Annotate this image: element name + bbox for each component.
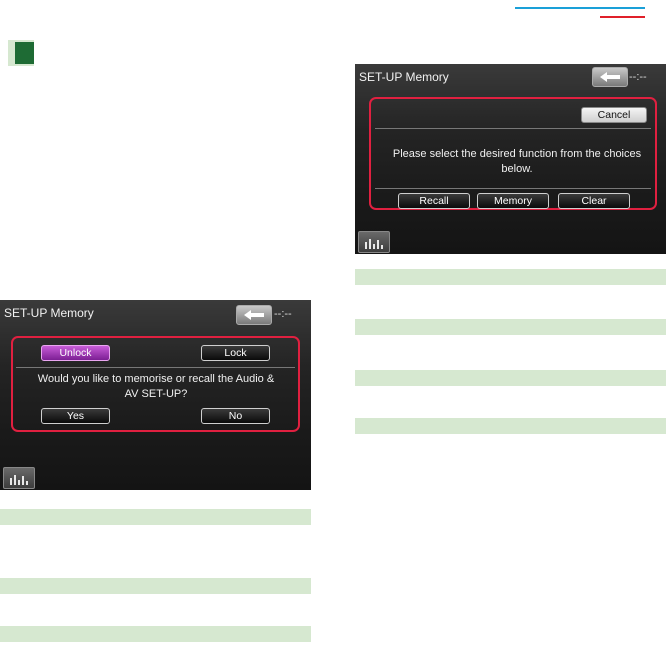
- left-setup-memory-screen: SET-UP Memory --:-- Unlock Lock Would yo…: [0, 300, 311, 490]
- right-setup-memory-screen: SET-UP Memory --:-- Cancel Please select…: [355, 64, 666, 254]
- equalizer-icon[interactable]: [358, 231, 390, 253]
- screen-title: SET-UP Memory: [4, 306, 94, 320]
- header-rule-red: [600, 16, 645, 18]
- dialog-message: Please select the desired function from …: [392, 148, 642, 175]
- clear-button[interactable]: Clear: [558, 193, 630, 209]
- dialog-divider: [16, 367, 295, 368]
- text-band: [0, 578, 311, 594]
- unlock-button[interactable]: Unlock: [41, 345, 110, 361]
- memory-button[interactable]: Memory: [477, 193, 549, 209]
- no-button[interactable]: No: [201, 408, 270, 424]
- text-band: [355, 319, 666, 335]
- cancel-button[interactable]: Cancel: [581, 107, 647, 123]
- back-arrow-icon: [244, 310, 264, 320]
- equalizer-icon[interactable]: [3, 467, 35, 489]
- dialog-divider: [375, 128, 651, 129]
- header-rule-blue: [515, 7, 645, 9]
- text-band: [355, 418, 666, 434]
- lock-button[interactable]: Lock: [201, 345, 270, 361]
- yes-button[interactable]: Yes: [41, 408, 110, 424]
- back-button[interactable]: [592, 67, 628, 87]
- dialog-divider: [375, 188, 651, 189]
- back-button[interactable]: [236, 305, 272, 325]
- clock-display: --:--: [274, 308, 292, 320]
- dialog-message: Would you like to memorise or recall the…: [37, 373, 275, 400]
- text-band: [355, 370, 666, 386]
- screen-title: SET-UP Memory: [359, 70, 449, 84]
- text-band: [0, 509, 311, 525]
- text-band: [0, 626, 311, 642]
- text-band: [355, 269, 666, 285]
- recall-button[interactable]: Recall: [398, 193, 470, 209]
- section-marker: [8, 40, 34, 66]
- back-arrow-icon: [600, 72, 620, 82]
- clock-display: --:--: [629, 71, 647, 83]
